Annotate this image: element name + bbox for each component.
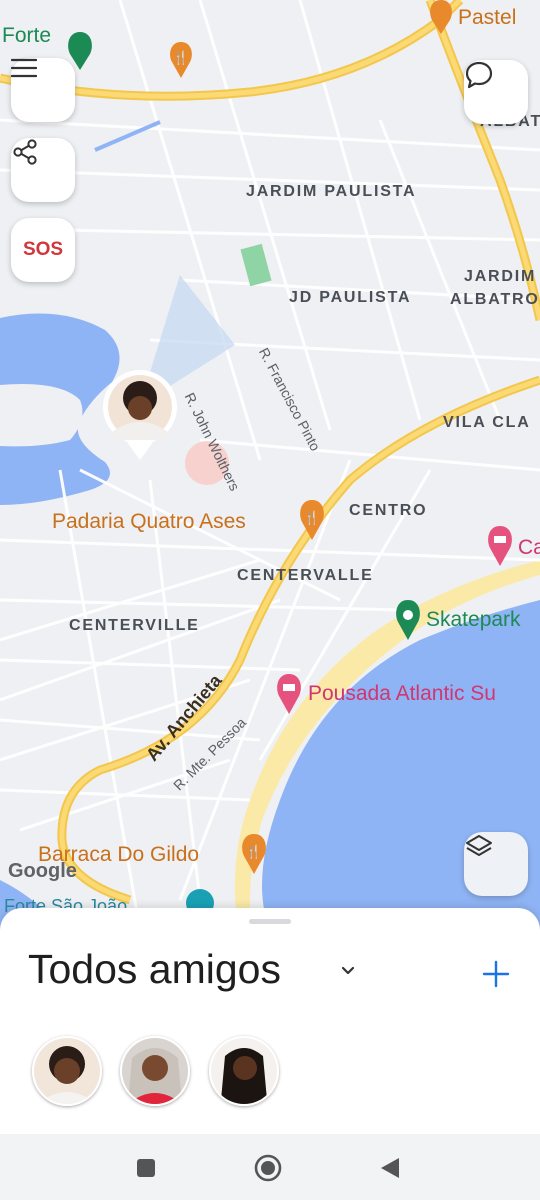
user-location-marker[interactable] [103,370,177,460]
avatar-image [211,1038,277,1104]
map-label-pousada: Pousada Atlantic Su [308,682,496,705]
sheet-drag-handle[interactable] [249,919,291,924]
sos-label: SOS [22,239,64,260]
chat-bubble-icon [465,61,493,89]
system-navigation-bar [0,1134,540,1200]
map-label-pastel: Pastel [458,6,517,29]
home-circle-icon [254,1154,282,1182]
hotel-pin-icon[interactable] [277,674,301,714]
avatar-image [122,1038,188,1104]
svg-text:🍴: 🍴 [304,510,320,526]
map-label-padaria: Padaria Quatro Ases [52,510,246,533]
share-icon [13,139,37,165]
svg-text:🍴: 🍴 [246,844,262,860]
map-label-albatro: ALBATRO [450,291,540,308]
map-canvas: 🍴 🍴 🍴 [0,0,540,930]
map-label-jardim-paulista: JARDIM PAULISTA [246,183,417,200]
avatar-image [34,1038,100,1104]
plus-icon [482,960,510,988]
map-label-vila: VILA CLA [443,414,531,431]
share-button[interactable] [11,138,75,202]
friends-group-title[interactable]: Todos amigos [28,946,281,993]
map-label-forte: Forte [2,24,52,47]
layers-icon [466,835,492,856]
back-triangle-icon [381,1158,399,1178]
friend-avatar[interactable] [209,1036,279,1106]
map-label-centervalle: CENTERVALLE [237,567,374,584]
home-button[interactable] [252,1152,284,1184]
friends-bottom-sheet[interactable]: Todos amigos [0,908,540,1134]
friend-avatar[interactable] [32,1036,102,1106]
map-label-centerville: CENTERVILLE [69,617,200,634]
map-layers-button[interactable] [464,832,528,896]
forte-pin-icon[interactable] [68,32,92,70]
map-label-ca: Ca [518,536,540,559]
map-label-jardim: JARDIM [464,268,537,285]
recent-apps-button[interactable] [130,1152,162,1184]
square-icon [137,1159,155,1177]
map-view[interactable]: 🍴 🍴 🍴 Forte Pastel JARDIM PAULISTA JARDI… [0,0,540,930]
add-friend-button[interactable] [474,952,518,996]
svg-text:🍴: 🍴 [173,50,189,66]
back-button[interactable] [374,1152,406,1184]
restaurant-pin-icon[interactable]: 🍴 [170,42,192,78]
chevron-down-icon[interactable] [338,961,358,981]
map-label-centro: CENTRO [349,502,428,519]
menu-button[interactable] [11,58,75,122]
chat-button[interactable] [464,60,528,124]
sos-button[interactable]: SOS [11,218,75,282]
google-logo: Google [8,860,77,882]
map-label-jd-paulista: JD PAULISTA [289,289,412,306]
friend-avatar[interactable] [120,1036,190,1106]
map-label-skatepark: Skatepark [426,608,521,631]
menu-icon [11,58,37,78]
